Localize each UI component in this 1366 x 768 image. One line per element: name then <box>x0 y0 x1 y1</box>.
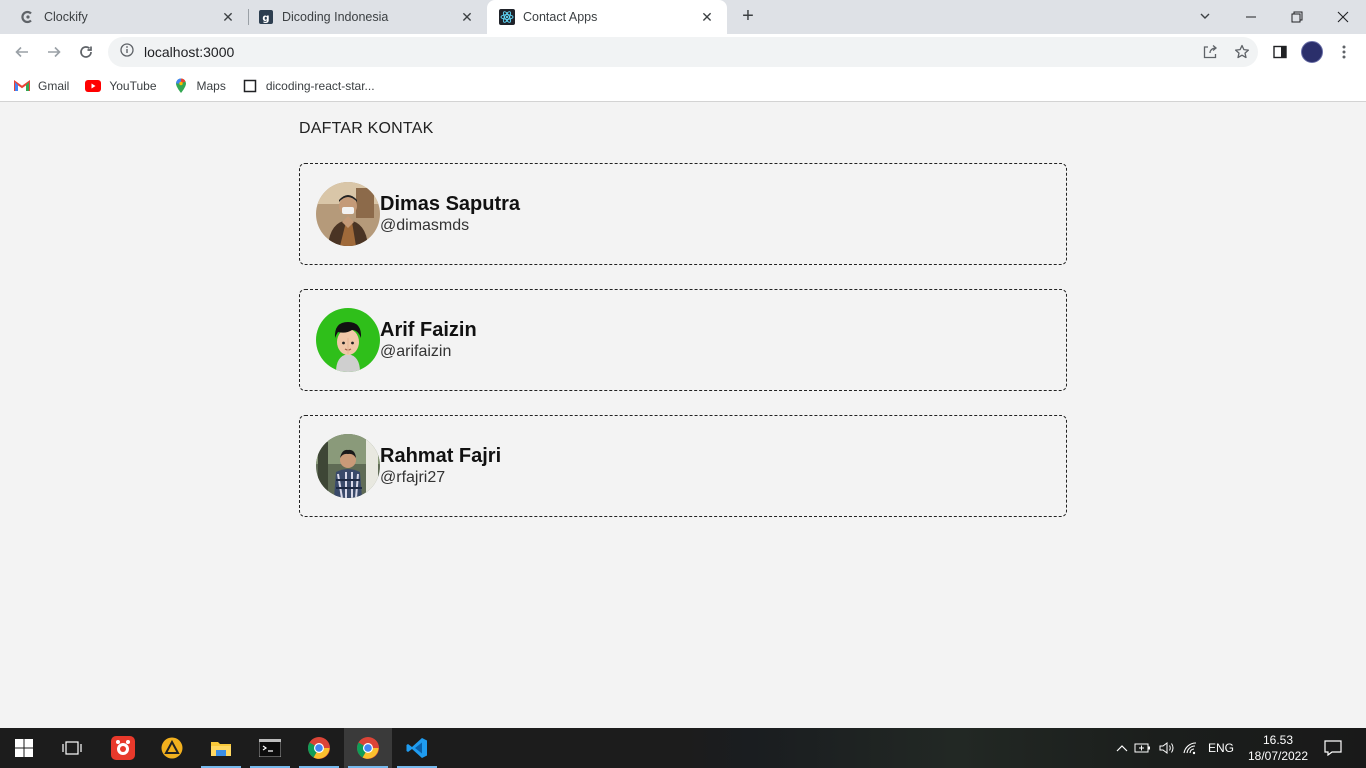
contact-item: Rahmat Fajri @rfajri27 <box>299 415 1067 517</box>
contact-username: @rfajri27 <box>380 469 446 486</box>
close-icon[interactable]: ✕ <box>220 9 236 25</box>
share-icon[interactable] <box>1194 37 1226 67</box>
bookmark-gmail[interactable]: Gmail <box>14 78 69 94</box>
minimize-button[interactable] <box>1228 0 1274 34</box>
maps-icon <box>173 78 189 94</box>
taskbar-app-file-explorer[interactable] <box>197 728 245 768</box>
contact-item: Arif Faizin @arifaizin <box>299 289 1067 391</box>
folder-icon <box>211 742 231 756</box>
bookmarks-bar: Gmail YouTube Maps dicoding-react-star..… <box>0 70 1366 102</box>
taskbar-app-terminal[interactable] <box>246 728 294 768</box>
contact-name: Arif Faizin <box>380 319 477 341</box>
notification-center-button[interactable] <box>1310 728 1356 768</box>
taskbar-app-screen-recorder[interactable] <box>99 728 147 768</box>
language-indicator[interactable]: ENG <box>1208 741 1234 755</box>
wifi-icon[interactable] <box>1178 741 1202 755</box>
side-panel-icon[interactable] <box>1266 38 1294 66</box>
volume-icon[interactable] <box>1156 741 1178 755</box>
chrome-icon <box>308 737 330 759</box>
dicoding-icon: g <box>258 9 274 25</box>
taskbar-app-chrome[interactable] <box>295 728 343 768</box>
task-view-icon <box>62 741 82 755</box>
profile-avatar[interactable] <box>1298 38 1326 66</box>
bookmark-dicoding-react[interactable]: dicoding-react-star... <box>242 78 375 94</box>
tab-dicoding[interactable]: g Dicoding Indonesia ✕ <box>238 0 487 34</box>
avatar <box>316 182 380 246</box>
close-window-button[interactable] <box>1320 0 1366 34</box>
clockify-icon <box>20 9 36 25</box>
contact-item: Dimas Saputra @dimasmds <box>299 163 1067 265</box>
page-content: DAFTAR KONTAK Dimas Saputra @dimasmds Ar… <box>0 103 1366 728</box>
menu-kebab-icon[interactable] <box>1330 38 1358 66</box>
system-tray: ENG <box>1114 728 1234 768</box>
tab-contact-apps[interactable]: Contact Apps ✕ <box>487 0 727 34</box>
contact-info: Dimas Saputra @dimasmds <box>380 192 520 236</box>
tab-search-chevron-icon[interactable] <box>1194 5 1216 27</box>
bookmark-youtube[interactable]: YouTube <box>85 78 157 94</box>
terminal-icon <box>259 739 281 757</box>
bookmark-star-icon[interactable] <box>1226 37 1258 67</box>
notification-icon <box>1324 740 1342 756</box>
browser-toolbar: localhost:3000 <box>0 34 1366 70</box>
chevron-up-icon[interactable] <box>1114 744 1130 752</box>
address-bar[interactable]: localhost:3000 <box>108 37 1258 67</box>
triangle-app-icon <box>161 737 183 759</box>
back-button[interactable] <box>8 38 36 66</box>
new-tab-button[interactable]: + <box>737 5 759 27</box>
address-text[interactable]: localhost:3000 <box>144 44 234 60</box>
bookmark-page-icon <box>242 78 258 94</box>
page-title: DAFTAR KONTAK <box>299 120 434 137</box>
gmail-icon <box>14 78 30 94</box>
recorder-app-icon <box>111 736 135 760</box>
contact-info: Arif Faizin @arifaizin <box>380 318 477 362</box>
browser-tab-strip: Clockify ✕ g Dicoding Indonesia ✕ Contac… <box>0 0 1366 34</box>
taskbar-app-vscode[interactable] <box>393 728 441 768</box>
restore-button[interactable] <box>1274 0 1320 34</box>
forward-button[interactable] <box>40 38 68 66</box>
task-view-button[interactable] <box>48 728 96 768</box>
start-button[interactable] <box>0 728 48 768</box>
contact-username: @dimasmds <box>380 217 470 234</box>
avatar <box>316 308 380 372</box>
avatar <box>316 434 380 498</box>
clock-time: 16.53 <box>1262 733 1294 747</box>
close-icon[interactable]: ✕ <box>699 9 715 25</box>
taskbar-app-chrome-active[interactable] <box>344 728 392 768</box>
taskbar-clock[interactable]: 16.53 18/07/2022 <box>1238 732 1318 764</box>
youtube-icon <box>85 78 102 94</box>
tab-clockify[interactable]: Clockify ✕ <box>0 0 248 34</box>
react-icon <box>499 9 515 25</box>
svg-text:g: g <box>262 13 269 24</box>
windows-taskbar: ENG 16.53 18/07/2022 <box>0 728 1366 768</box>
contact-info: Rahmat Fajri @rfajri27 <box>380 444 501 488</box>
contact-username: @arifaizin <box>380 343 452 360</box>
windows-icon <box>15 739 33 757</box>
bookmark-maps[interactable]: Maps <box>173 78 226 94</box>
chrome-icon <box>357 737 379 759</box>
info-icon[interactable] <box>120 42 134 62</box>
battery-plug-icon[interactable] <box>1130 742 1156 754</box>
close-icon[interactable]: ✕ <box>459 9 475 25</box>
contact-name: Rahmat Fajri <box>380 445 502 467</box>
contact-name: Dimas Saputra <box>380 193 521 215</box>
reload-button[interactable] <box>72 38 100 66</box>
taskbar-app-arduino[interactable] <box>148 728 196 768</box>
clock-date: 18/07/2022 <box>1247 749 1309 763</box>
vscode-icon <box>406 738 427 758</box>
